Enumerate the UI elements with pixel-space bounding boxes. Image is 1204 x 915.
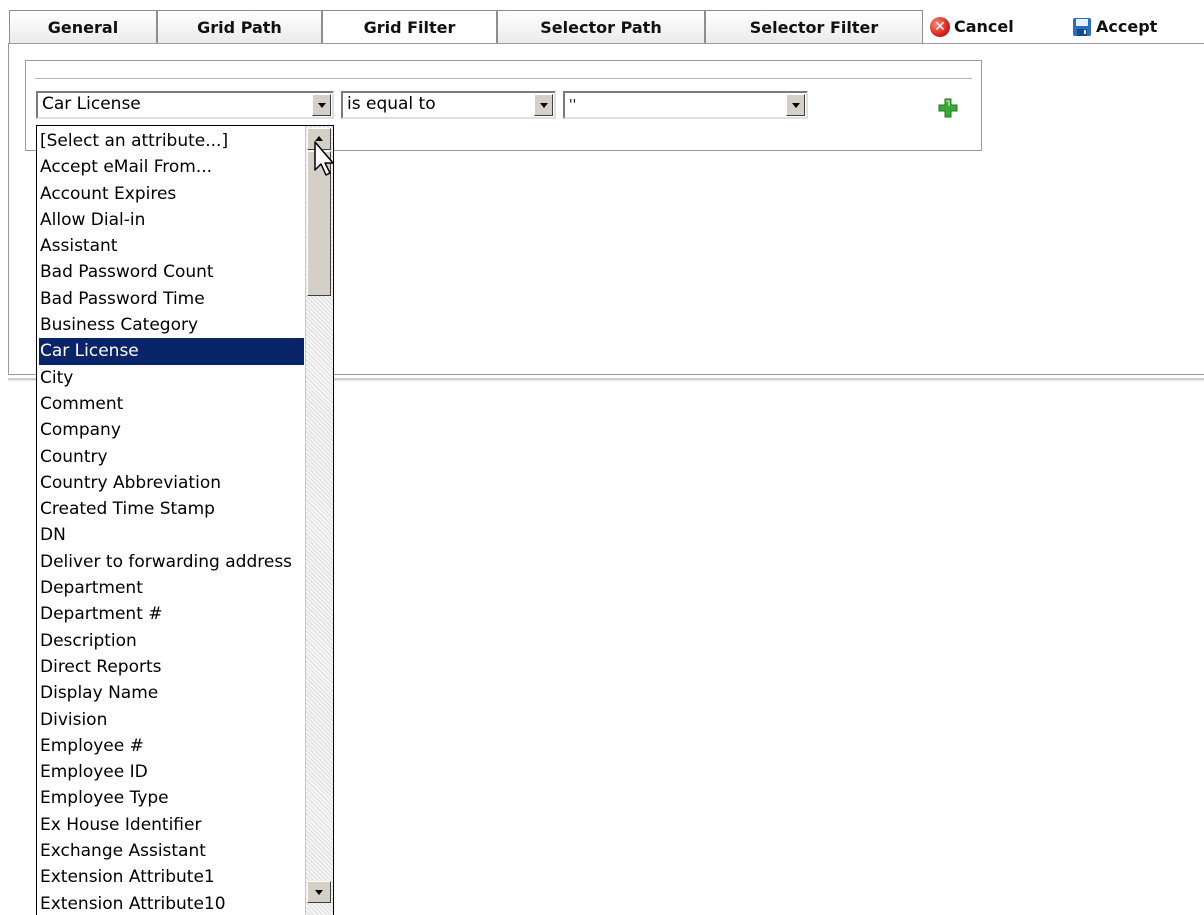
tab-grid-filter[interactable]: Grid Filter: [322, 10, 497, 45]
attribute-options: [Select an attribute...] Accept eMail Fro…: [39, 128, 304, 915]
attribute-select-value: Car License: [42, 94, 141, 114]
operator-select-value: is equal to: [347, 94, 436, 114]
list-item[interactable]: City: [39, 365, 304, 391]
list-item[interactable]: Country Abbreviation: [39, 470, 304, 496]
list-item[interactable]: Company: [39, 417, 304, 443]
attribute-select[interactable]: Car License: [36, 91, 334, 119]
cancel-button[interactable]: ✕ Cancel: [930, 10, 1014, 43]
list-item[interactable]: Description: [39, 628, 304, 654]
chevron-down-icon[interactable]: [786, 94, 805, 116]
accept-button[interactable]: Accept: [1072, 10, 1157, 43]
list-item[interactable]: Exchange Assistant: [39, 838, 304, 864]
list-item[interactable]: Comment: [39, 391, 304, 417]
list-item[interactable]: DN: [39, 522, 304, 548]
operator-select[interactable]: is equal to: [341, 91, 556, 119]
list-item[interactable]: Deliver to forwarding address: [39, 549, 304, 575]
list-item[interactable]: Extension Attribute10: [39, 891, 304, 915]
list-item[interactable]: Created Time Stamp: [39, 496, 304, 522]
value-select-value: '': [569, 98, 577, 113]
list-item[interactable]: Accept eMail From...: [39, 154, 304, 180]
list-item[interactable]: Employee Type: [39, 785, 304, 811]
cancel-icon: ✕: [930, 16, 950, 37]
tab-grid-path[interactable]: Grid Path: [157, 10, 322, 43]
chevron-down-icon[interactable]: [534, 94, 553, 116]
add-icon[interactable]: [938, 98, 958, 118]
list-item[interactable]: Business Category: [39, 312, 304, 338]
list-item[interactable]: Country: [39, 444, 304, 470]
list-item[interactable]: Department: [39, 575, 304, 601]
list-item[interactable]: Display Name: [39, 680, 304, 706]
list-item[interactable]: Employee ID: [39, 759, 304, 785]
tab-selector-filter[interactable]: Selector Filter: [705, 10, 923, 43]
list-item[interactable]: Ex House Identifier: [39, 812, 304, 838]
filter-row-divider: [35, 78, 972, 79]
mouse-cursor-icon: [314, 141, 334, 176]
list-item[interactable]: Division: [39, 707, 304, 733]
value-select[interactable]: '': [563, 91, 808, 119]
list-item[interactable]: Department #: [39, 601, 304, 627]
list-item[interactable]: Extension Attribute1: [39, 864, 304, 890]
tab-selector-path[interactable]: Selector Path: [497, 10, 705, 43]
scroll-down-icon[interactable]: [307, 881, 331, 903]
chevron-down-icon[interactable]: [312, 94, 331, 116]
tab-bar: General Grid Path Grid Filter Selector P…: [0, 0, 1204, 45]
list-item[interactable]: Bad Password Time: [39, 286, 304, 312]
accept-label: Accept: [1096, 17, 1158, 36]
save-icon: [1073, 17, 1091, 36]
list-item[interactable]: Bad Password Count: [39, 259, 304, 285]
cancel-label: Cancel: [954, 17, 1014, 36]
list-item-selected[interactable]: Car License: [39, 338, 304, 365]
list-item[interactable]: Assistant: [39, 233, 304, 259]
list-item[interactable]: [Select an attribute...]: [39, 128, 304, 154]
tab-general[interactable]: General: [9, 10, 157, 43]
list-item[interactable]: Account Expires: [39, 181, 304, 207]
attribute-dropdown-list[interactable]: [Select an attribute...] Accept eMail Fro…: [36, 125, 334, 915]
list-item[interactable]: Employee #: [39, 733, 304, 759]
list-item[interactable]: Direct Reports: [39, 654, 304, 680]
dropdown-scrollbar[interactable]: [305, 126, 333, 915]
list-item[interactable]: Allow Dial-in: [39, 207, 304, 233]
